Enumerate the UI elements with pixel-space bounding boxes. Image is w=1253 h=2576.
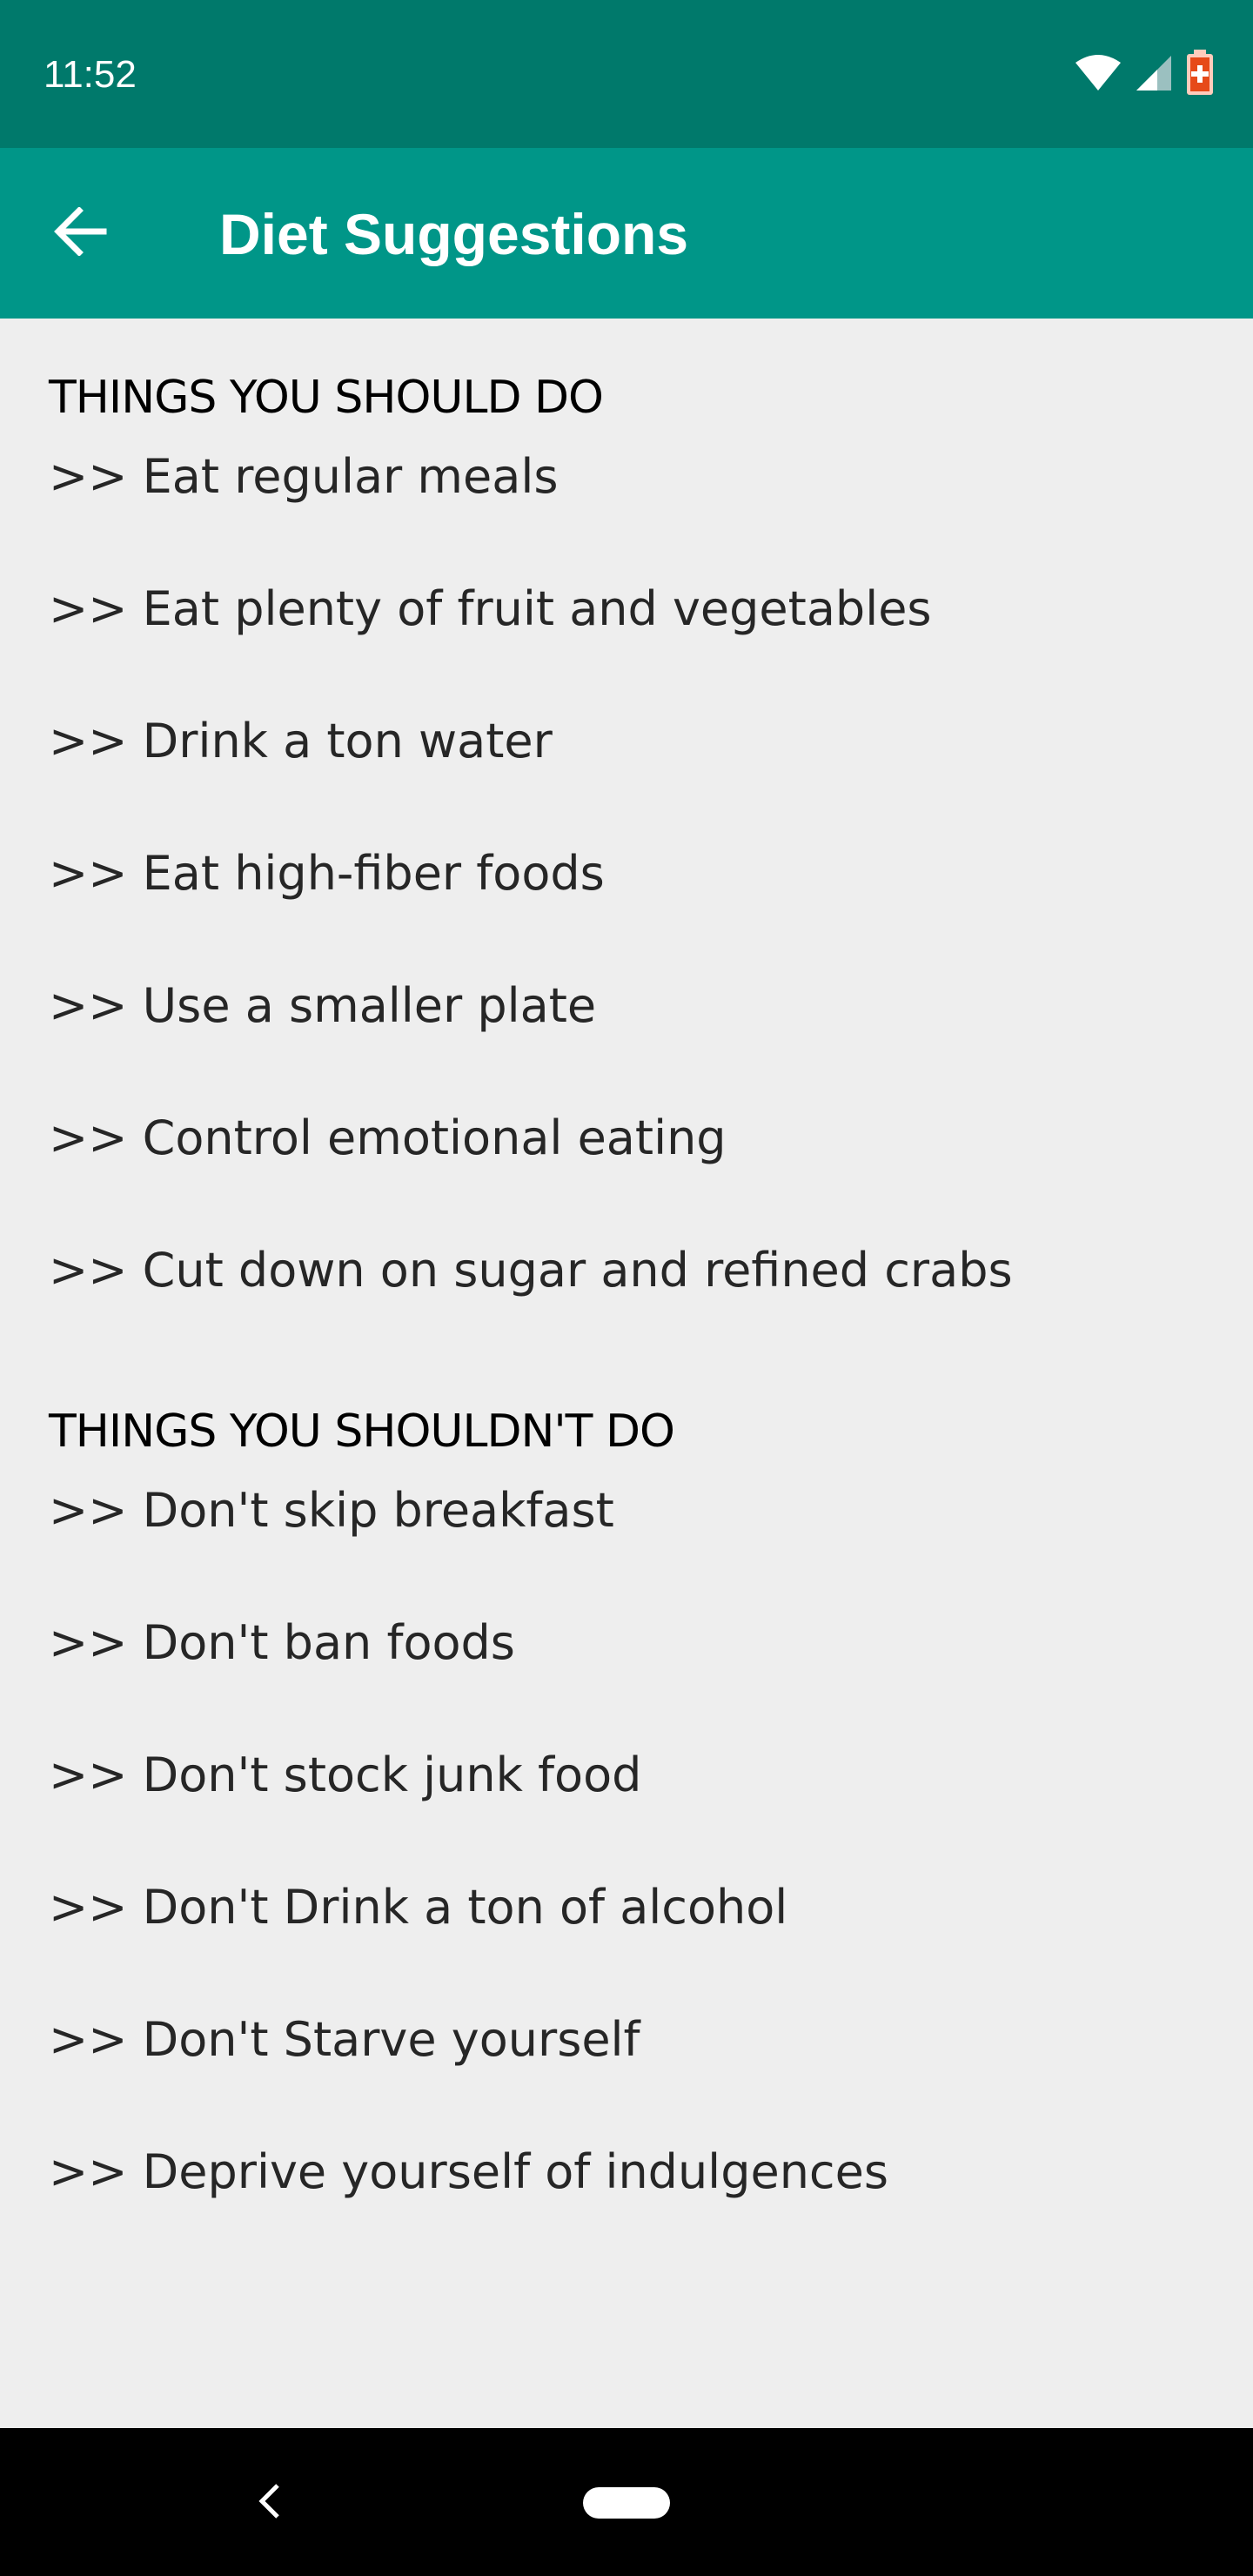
battery-charging-icon [1185,50,1215,100]
app-bar: Diet Suggestions [0,148,1253,319]
page-title: Diet Suggestions [219,202,689,266]
status-time: 11:52 [44,53,137,96]
cell-signal-icon [1135,54,1173,96]
list-item: >> Deprive yourself of indulgences [49,2144,888,2199]
list-item: >> Control emotional eating [49,1110,727,1165]
list-item: >> Don't Starve yourself [49,2012,640,2067]
nav-back-button[interactable] [245,2468,294,2538]
list-item: >> Eat plenty of fruit and vegetables [49,581,932,636]
list-item: >> Cut down on sugar and refined crabs [49,1243,1013,1298]
status-bar: 11:52 [0,0,1253,148]
list-item: >> Eat high-fiber foods [49,846,605,901]
section-heading-should-do: THINGS YOU SHOULD DO [49,372,604,424]
navigation-bar [0,2428,1253,2576]
arrow-back-icon [53,206,107,259]
back-button[interactable] [38,191,122,275]
list-item: >> Use a smaller plate [49,978,597,1033]
list-item: >> Don't stock junk food [49,1748,642,1802]
content: THINGS YOU SHOULD DO >> Eat regular meal… [0,319,1253,2428]
section-heading-shouldnt-do: THINGS YOU SHOULDN'T DO [49,1405,675,1458]
list-item: >> Eat regular meals [49,449,559,504]
list-item: >> Drink a ton water [49,714,553,768]
nav-home-pill-icon[interactable] [583,2487,670,2519]
status-icons [1074,50,1215,99]
wifi-icon [1074,54,1122,96]
list-item: >> Don't skip breakfast [49,1483,614,1538]
list-item: >> Don't Drink a ton of alcohol [49,1880,788,1935]
nav-back-icon [257,2482,283,2524]
list-item: >> Don't ban foods [49,1615,515,1670]
